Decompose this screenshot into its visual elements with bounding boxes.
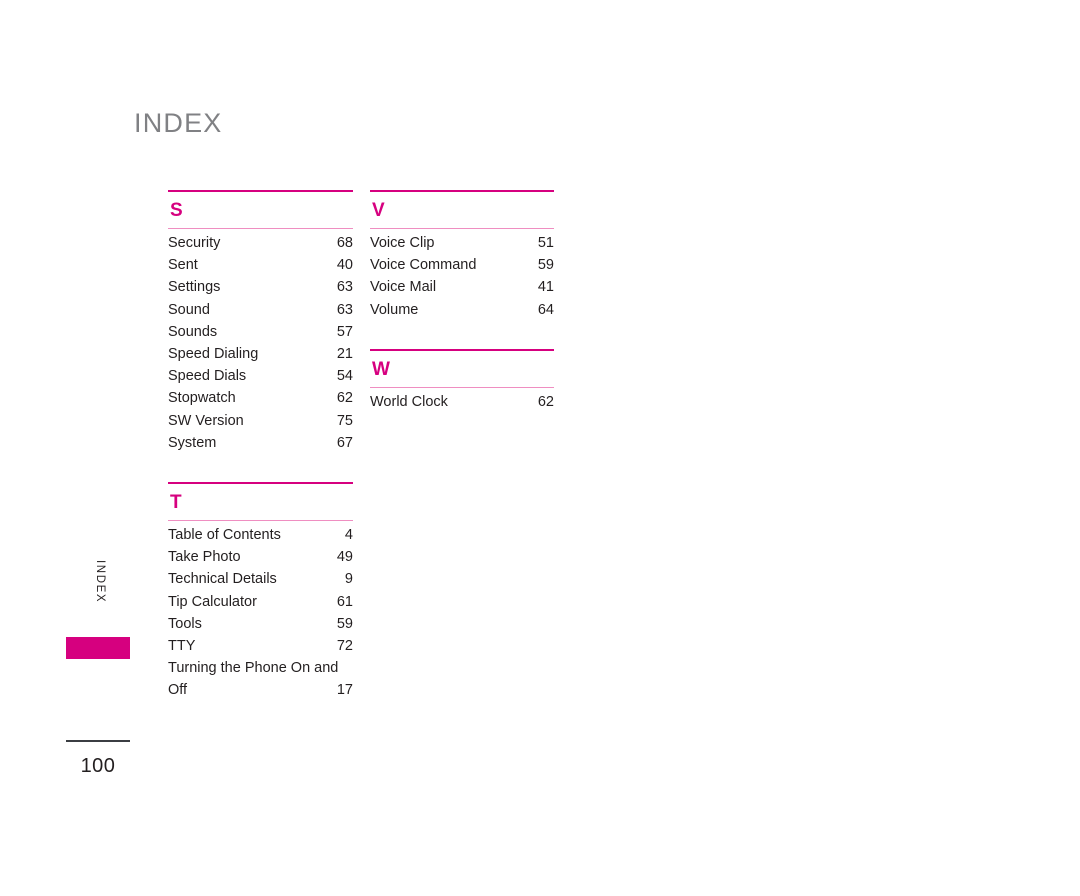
index-entry[interactable]: Settings 63 <box>168 276 353 298</box>
index-entry-page: 41 <box>537 279 554 296</box>
index-column-2: V Voice Clip 51 Voice Command 59 Voice Mail 41… <box>370 190 554 413</box>
index-section-w: W World Clock 62 <box>370 348 554 413</box>
section-letter: T <box>170 492 182 514</box>
index-entry[interactable]: Tools 59 <box>168 613 353 635</box>
index-section-t: T Table of Contents 4 Take Photo 49 Technical… <box>168 482 353 702</box>
index-entry-page: 63 <box>336 279 353 296</box>
index-entry-list: Voice Clip 51 Voice Command 59 Voice Mail 41 V… <box>370 229 554 321</box>
index-entry[interactable]: SW Version 75 <box>168 410 353 432</box>
index-entry-label: System <box>168 434 217 451</box>
index-entry-page: 57 <box>336 323 353 340</box>
index-entry-label: Tip Calculator <box>168 593 257 610</box>
index-page: INDEX INDEX S Security 68 Sent 40 Settings 63 S… <box>0 0 1080 896</box>
index-entry-page: 67 <box>336 434 353 451</box>
index-entry-page: 40 <box>336 257 353 274</box>
index-entry-page: 17 <box>336 682 353 699</box>
index-entry[interactable]: World Clock 62 <box>370 391 554 413</box>
section-letter: V <box>372 200 385 221</box>
index-entry[interactable]: TTY 72 <box>168 635 353 657</box>
index-entry-label: Sounds <box>168 323 218 340</box>
index-entry-page: 68 <box>336 235 353 251</box>
index-column-1: S Security 68 Sent 40 Settings 63 Sound 63 Sounds… <box>168 190 353 702</box>
index-entry[interactable]: Sound 63 <box>168 299 353 321</box>
index-entry-page: 75 <box>336 412 353 429</box>
index-entry-page: 72 <box>336 638 353 655</box>
index-entry-label: Sound <box>168 301 210 318</box>
index-entry-label: Tools <box>168 615 202 632</box>
index-entry-page: 61 <box>336 593 353 610</box>
index-entry-page: 49 <box>336 549 353 566</box>
section-letter: S <box>170 200 183 221</box>
index-columns: S Security 68 Sent 40 Settings 63 Sound 63 Sounds… <box>0 0 1080 896</box>
index-entry-page: 62 <box>336 390 353 407</box>
section-letter: W <box>372 358 390 380</box>
index-entry-label: Stopwatch <box>168 390 236 407</box>
index-entry-label: Speed Dials <box>168 368 247 385</box>
index-entry-label: Turning the Phone On and <box>168 660 339 677</box>
index-entry[interactable]: Voice Clip 51 <box>370 232 554 254</box>
index-entry[interactable]: Table of Contents 4 <box>168 524 353 546</box>
index-entry[interactable]: Stopwatch 62 <box>168 387 353 409</box>
index-entry[interactable]: Speed Dials 54 <box>168 365 353 387</box>
footer-divider <box>66 740 130 742</box>
index-entry-continuation: Off 17 <box>168 679 353 701</box>
page-number: 100 <box>80 754 116 777</box>
index-entry-label: Table of Contents <box>168 527 281 544</box>
index-entry-page: 54 <box>336 368 353 385</box>
index-entry-label: Security <box>168 235 221 251</box>
index-entry-list: Security 68 Sent 40 Settings 63 Sound 63 Sounds 5… <box>168 229 353 454</box>
index-entry[interactable]: Tip Calculator 61 <box>168 591 353 613</box>
index-section-s: S Security 68 Sent 40 Settings 63 Sound 63 Sounds… <box>168 190 353 454</box>
index-entry-label: Volume <box>370 301 419 318</box>
index-entry-label: Voice Command <box>370 257 477 274</box>
index-entry-page: 62 <box>537 393 554 410</box>
index-entry-label-cont: Off <box>168 682 188 699</box>
index-entry[interactable]: Take Photo 49 <box>168 546 353 568</box>
index-entry-label: World Clock <box>370 393 448 410</box>
index-entry[interactable]: Voice Mail 41 <box>370 276 554 298</box>
index-entry-page: 64 <box>537 301 554 318</box>
index-entry[interactable]: Technical Details 9 <box>168 568 353 590</box>
index-entry-label: TTY <box>168 638 196 655</box>
index-entry[interactable]: Voice Command 59 <box>370 254 554 276</box>
index-section-v: V Voice Clip 51 Voice Command 59 Voice Mail 41… <box>370 190 554 321</box>
index-entry-page: 59 <box>537 257 554 274</box>
index-entry[interactable]: System 67 <box>168 432 353 454</box>
index-entry-page: 63 <box>336 301 353 318</box>
index-entry-page: 21 <box>336 346 353 363</box>
index-entry-label: Voice Clip <box>370 235 435 251</box>
index-entry-list: World Clock 62 <box>370 388 554 413</box>
index-entry[interactable]: Sounds 57 <box>168 321 353 343</box>
index-entry-list: Table of Contents 4 Take Photo 49 Technical … <box>168 521 353 702</box>
page-footer: 100 <box>66 740 130 776</box>
index-entry[interactable]: Turning the Phone On and Off 17 <box>168 657 353 701</box>
index-entry-page: 59 <box>336 615 353 632</box>
index-entry[interactable]: Sent 40 <box>168 254 353 276</box>
index-entry-label: Speed Dialing <box>168 346 259 363</box>
index-entry-page: 4 <box>344 527 353 544</box>
index-entry[interactable]: Security 68 <box>168 232 353 254</box>
index-entry-label: Sent <box>168 257 198 274</box>
index-entry-label: Technical Details <box>168 571 277 588</box>
index-entry[interactable]: Volume 64 <box>370 299 554 321</box>
index-entry-label: Voice Mail <box>370 279 437 296</box>
index-entry-label: SW Version <box>168 412 244 429</box>
index-entry-page: 9 <box>344 571 353 588</box>
index-entry-label: Settings <box>168 279 221 296</box>
index-entry-page: 51 <box>537 235 554 251</box>
index-entry[interactable]: Speed Dialing 21 <box>168 343 353 365</box>
index-entry-label: Take Photo <box>168 549 241 566</box>
